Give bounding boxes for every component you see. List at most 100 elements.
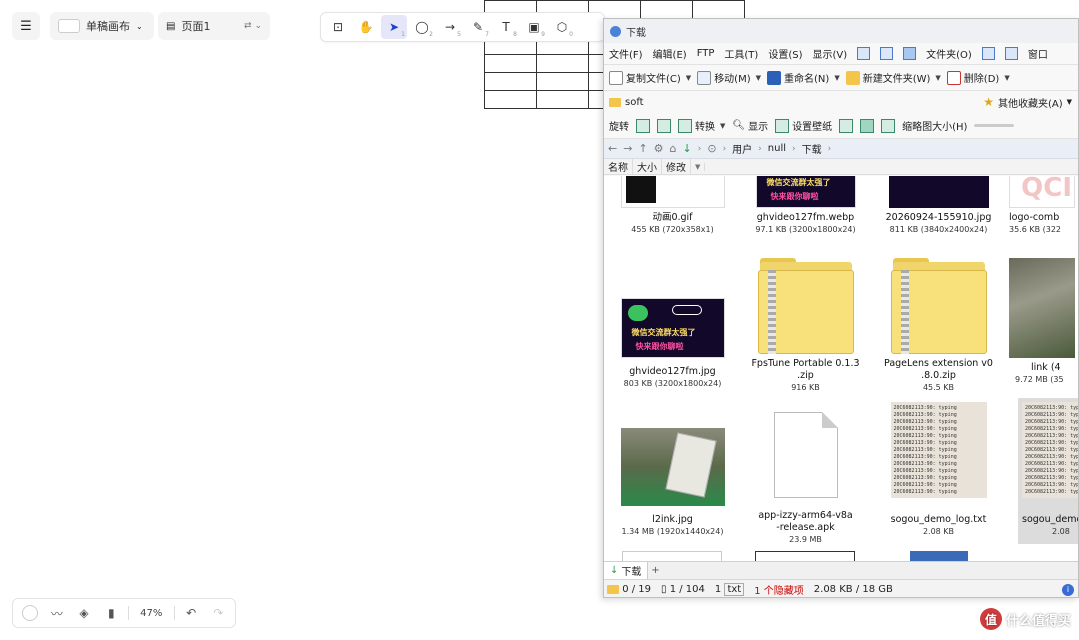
color-picker-icon[interactable] <box>19 602 40 624</box>
column-name[interactable]: 名称 <box>604 159 633 174</box>
list-item[interactable]: PageLens extension v0 .8.0.zip 45.5 KB <box>876 258 1001 394</box>
breadcrumb-downloads[interactable]: 下载 <box>802 141 822 156</box>
move-button[interactable]: 移动(M) ▼ <box>697 70 761 85</box>
board-selector[interactable]: 单稿画布 ⌄ <box>50 12 154 40</box>
text-thumbnail: 20C6082113:90: typing20C6082113:90: typi… <box>1022 402 1078 498</box>
sort-down-icon: ▼ <box>691 162 706 171</box>
address-bar[interactable]: ← → ↑ ⚙ ⌂ ↓ › ⊙ › 用户 › null › 下载 › <box>604 139 1078 159</box>
forward-icon[interactable]: → <box>623 142 632 155</box>
menu-settings[interactable]: 设置(S) <box>768 46 802 61</box>
rotate-left-icon[interactable] <box>636 118 650 133</box>
breadcrumb-null[interactable]: null <box>768 143 786 154</box>
folder-icon <box>609 97 621 107</box>
list-item[interactable]: 微信交流群太强了 快来跟你聊啦 ghvideo127fm.jpg 803 KB … <box>610 298 735 390</box>
shapes-icon[interactable]: ⬡ 0 <box>549 15 575 39</box>
layout-single-icon[interactable] <box>857 47 871 60</box>
rotate-right-icon[interactable] <box>657 118 671 133</box>
home-icon[interactable]: ⌂ <box>670 142 677 155</box>
list-item[interactable]: 20260924-155910.jpg 811 KB (3840x2400x24… <box>876 176 1001 236</box>
up-icon[interactable]: ↑ <box>638 142 647 155</box>
list-item[interactable]: QCI logo-comb 35.6 KB (322 <box>1009 176 1078 236</box>
layout-quad-icon[interactable] <box>903 47 917 60</box>
zoom-level[interactable]: 47% <box>135 608 168 619</box>
menu-edit[interactable]: 编辑(E) <box>653 46 687 61</box>
selected-count: 0 / 19 <box>607 584 651 595</box>
ellipse-icon[interactable]: ◯ 2 <box>409 15 435 39</box>
view-mode-3-icon[interactable] <box>881 118 896 133</box>
rename-button[interactable]: 重命名(N) ▼ <box>767 70 840 85</box>
hidden-items[interactable]: 1 个隐藏项 <box>754 582 804 597</box>
list-item[interactable]: FpsTune Portable 0.1.3 .zip 916 KB <box>743 258 868 394</box>
copy-icon <box>609 70 623 85</box>
column-size[interactable]: 大小 <box>633 159 662 174</box>
thumb-size-slider[interactable] <box>974 124 1015 127</box>
layers-icon[interactable]: ◈ <box>73 602 94 624</box>
file-explorer-window[interactable]: 下载 文件(F) 编辑(E) FTP 工具(T) 设置(S) 显示(V) 文件夹… <box>603 18 1079 598</box>
image-icon[interactable]: ▣ 9 <box>521 15 547 39</box>
page-settings-icon[interactable]: ⇄ ⌄ <box>244 21 262 31</box>
add-tab-button[interactable]: + <box>648 565 662 576</box>
redo-icon[interactable]: ↷ <box>208 602 229 624</box>
convert-icon <box>678 118 692 133</box>
thumbnail-view[interactable]: 动画0.gif 455 KB (720x358x1) 微信交流群太强了 快来跟你聊… <box>604 176 1078 561</box>
watermark: 值 什么值得买 <box>979 608 1071 630</box>
layout-split-icon[interactable] <box>981 47 995 60</box>
type-count: 1 txt <box>715 583 745 596</box>
text-icon[interactable]: T8 <box>493 15 519 39</box>
page-selector[interactable]: ▤ 页面1 ⇄ ⌄ <box>158 12 270 40</box>
copy-files-button[interactable]: 复制文件(C) ▼ <box>609 70 691 85</box>
menu-view[interactable]: 显示(V) <box>812 46 847 61</box>
window-titlebar[interactable]: 下载 <box>604 19 1078 43</box>
new-folder-button[interactable]: 新建文件夹(W) ▼ <box>845 70 941 85</box>
list-item[interactable]: 微信交流群太强了 快来跟你聊啦 ghvideo127fm.webp 97.1 KB… <box>743 176 868 236</box>
menu-file[interactable]: 文件(F) <box>609 46 643 61</box>
list-item[interactable]: app-izzy-arm64-v8a -release.apk 23.9 MB <box>743 412 868 546</box>
status-bar: 0 / 19 ▯ 1 / 104 1 txt 1 个隐藏项 2.08 KB / … <box>604 579 1078 597</box>
other-favorites[interactable]: ★ 其他收藏夹(A) ▼ <box>983 95 1078 110</box>
show-button[interactable]: 🔍︎ 显示 <box>732 118 768 133</box>
list-item[interactable]: 20C6082113:90: typing 20C6082113:90: typi… <box>876 402 1001 538</box>
menu-tools[interactable]: 工具(T) <box>724 46 758 61</box>
delete-button[interactable]: 删除(D) ▼ <box>946 70 1010 85</box>
menu-ftp[interactable]: FTP <box>697 48 715 59</box>
undo-icon[interactable]: ↶ <box>181 602 202 624</box>
breadcrumb-users[interactable]: 用户 <box>732 141 752 156</box>
layout-grid-icon[interactable] <box>1004 47 1018 60</box>
list-item[interactable]: link (4 9.72 MB (35 <box>1009 258 1078 386</box>
pointer-icon[interactable]: ➤ 1 <box>381 15 407 39</box>
logo-thumbnail: QCI <box>1009 176 1075 208</box>
image-view-bar: 旋转 转换 ▼ 🔍︎ 显示 设置壁纸 缩略图大小(H) <box>604 113 1078 139</box>
stroke-icon[interactable]: 〰 <box>46 602 67 624</box>
partial-thumbnail <box>755 551 855 561</box>
arrow-icon[interactable]: → 5 <box>437 15 463 39</box>
set-wallpaper-button[interactable]: 设置壁纸 <box>775 118 832 133</box>
logo-letters: QCI <box>1021 176 1072 203</box>
info-icon[interactable]: i <box>1062 583 1074 596</box>
rotate-label[interactable]: 旋转 <box>609 118 629 133</box>
chevron-down-icon: ▼ <box>685 73 692 82</box>
fav-soft[interactable]: soft <box>609 97 644 108</box>
pen-icon[interactable]: ✎ 7 <box>465 15 491 39</box>
chevron-down-icon: ▼ <box>720 121 726 130</box>
hand-icon[interactable]: ✋ <box>353 15 379 39</box>
history-icon[interactable]: ⚙ <box>654 142 664 155</box>
layout-dual-icon[interactable] <box>880 47 894 60</box>
lock-icon[interactable]: ⊡ <box>325 15 351 39</box>
list-item[interactable]: l2ink.jpg 1.34 MB (1920x1440x24) <box>610 428 735 538</box>
view-mode-2-icon[interactable] <box>860 118 875 133</box>
menu-window[interactable]: 窗口 <box>1028 46 1048 61</box>
tab-downloads[interactable]: ↓ 下载 <box>604 561 649 580</box>
menu-folder[interactable]: 文件夹(O) <box>926 46 972 61</box>
list-item-selected[interactable]: 20C6082113:90: typing20C6082113:90: typi… <box>1018 398 1078 544</box>
map-icon[interactable]: ▮ <box>101 602 122 624</box>
back-icon[interactable]: ← <box>608 142 617 155</box>
menu-button[interactable]: ☰ <box>12 12 40 40</box>
partial-thumbnail <box>622 551 722 561</box>
download-icon: ↓ <box>682 142 692 155</box>
view-mode-1-icon[interactable] <box>839 118 854 133</box>
convert-button[interactable]: 转换 ▼ <box>678 118 725 133</box>
list-item[interactable]: 动画0.gif 455 KB (720x358x1) <box>610 176 735 236</box>
download-icon: ↓ <box>610 565 619 576</box>
column-modified[interactable]: 修改 <box>662 159 691 174</box>
watermark-text: 什么值得买 <box>1005 613 1071 629</box>
